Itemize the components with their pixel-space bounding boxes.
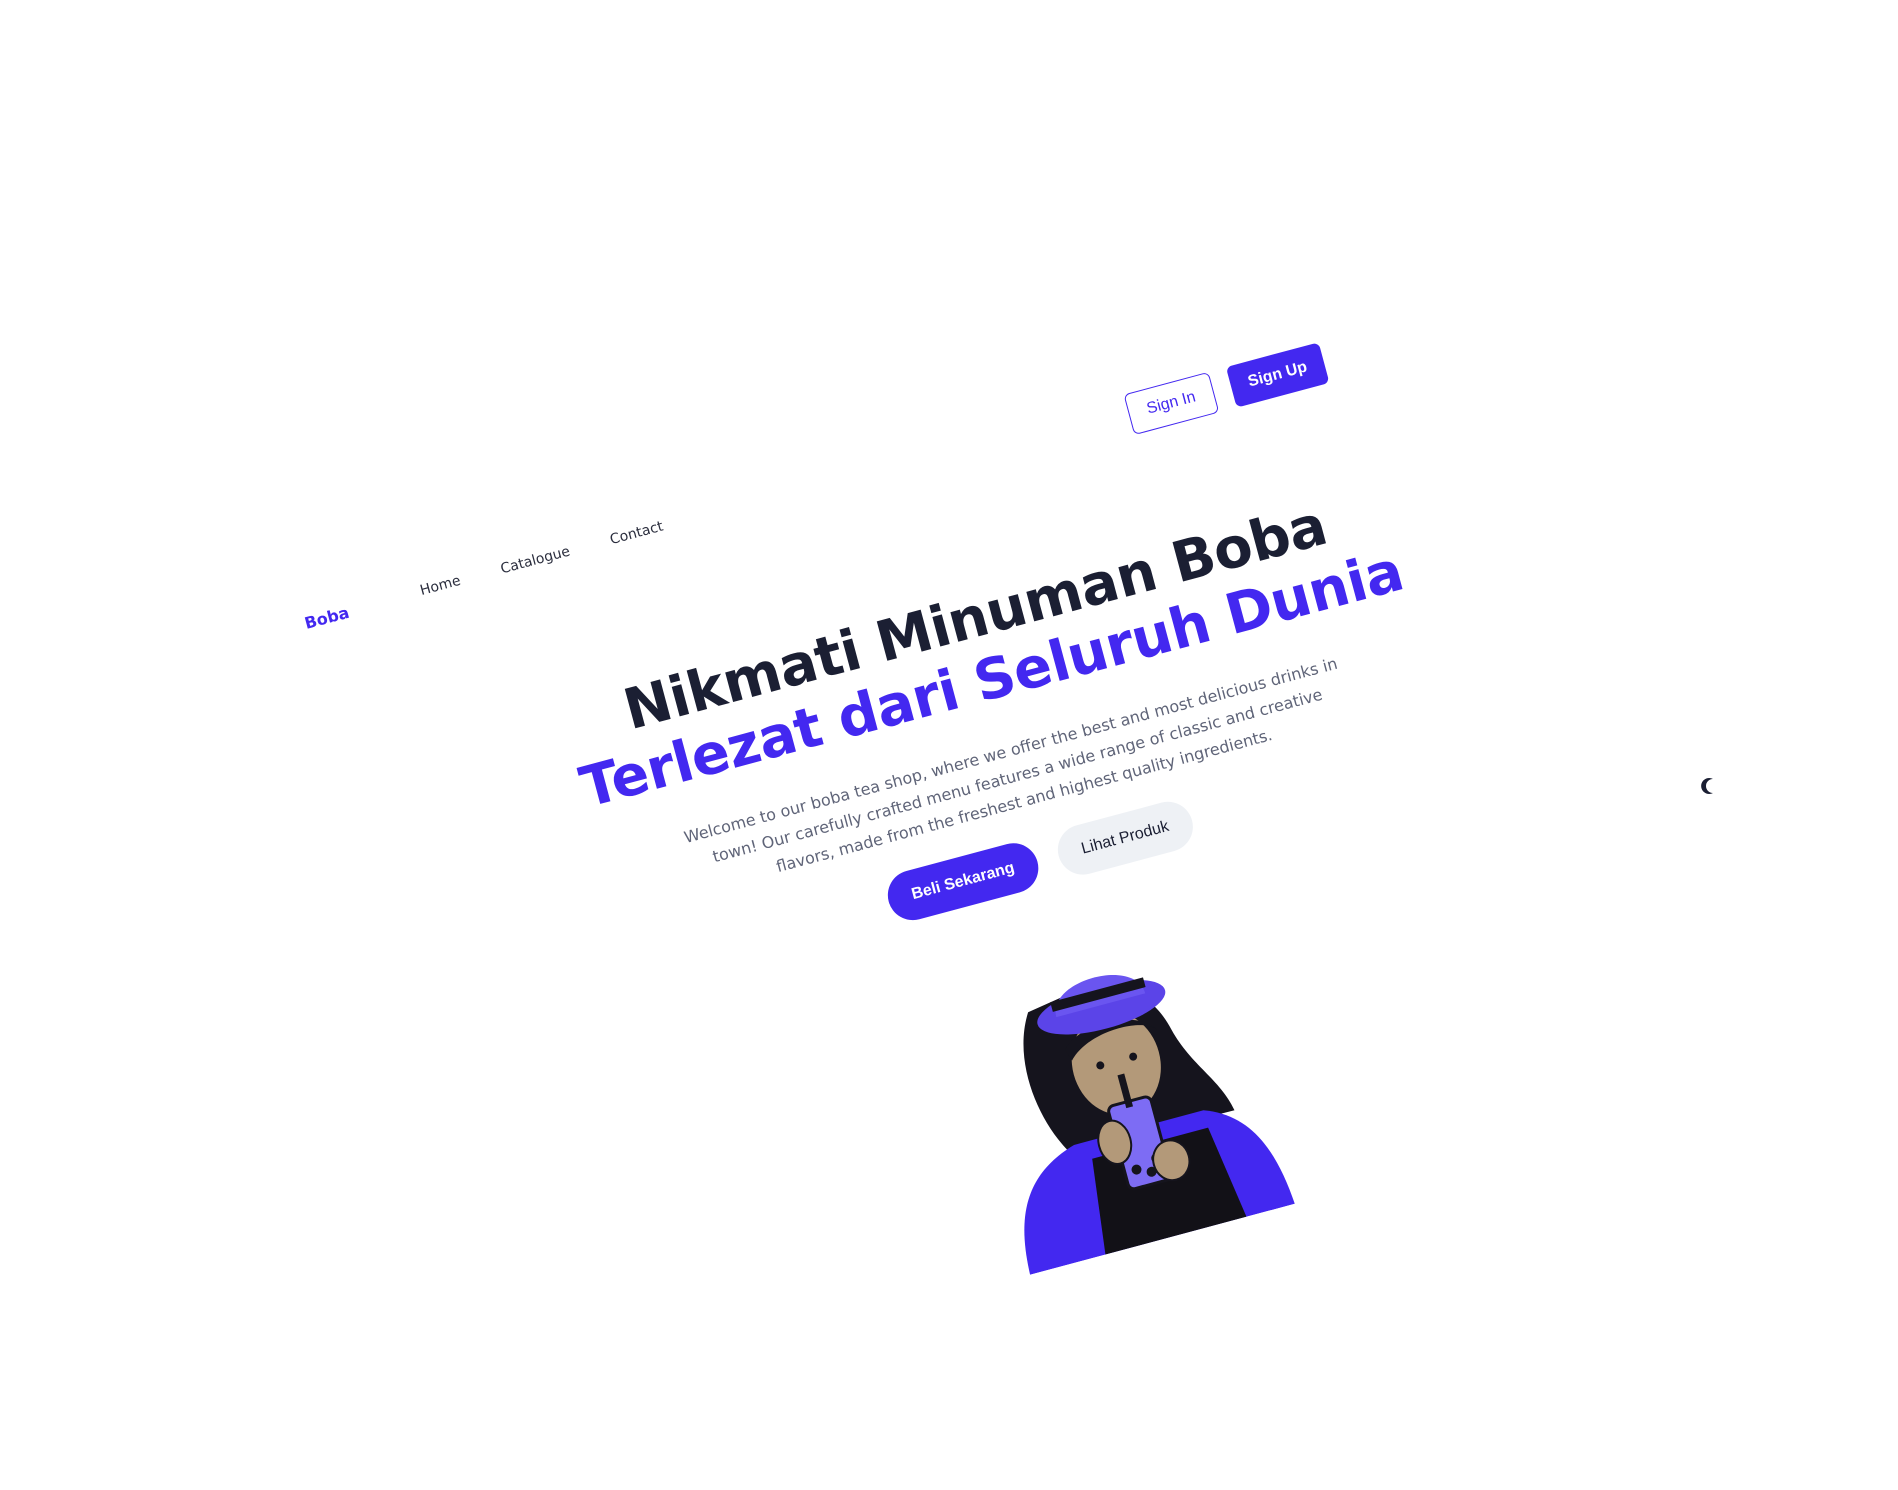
nav-link-contact[interactable]: Contact [608,519,665,549]
sign-up-button[interactable]: Sign Up [1225,342,1330,408]
nav-link-catalogue[interactable]: Catalogue [499,543,572,577]
nav-link-home[interactable]: Home [418,573,462,599]
page-canvas: Boba Home Catalogue Contact Sign In Sign… [0,0,1898,1478]
girl-drinking-boba-illustration [1023,975,1295,1275]
brand-logo[interactable]: Boba [302,603,351,633]
main-nav: Home Catalogue Contact [418,519,665,599]
sign-in-button[interactable]: Sign In [1123,371,1220,436]
auth-buttons: Sign In Sign Up [1123,342,1330,436]
theme-toggle-button[interactable] [1700,776,1720,796]
buy-now-button[interactable]: Beli Sekarang [882,837,1044,926]
view-products-button[interactable]: Lihat Produk [1052,796,1199,881]
moon-icon [1701,778,1713,794]
